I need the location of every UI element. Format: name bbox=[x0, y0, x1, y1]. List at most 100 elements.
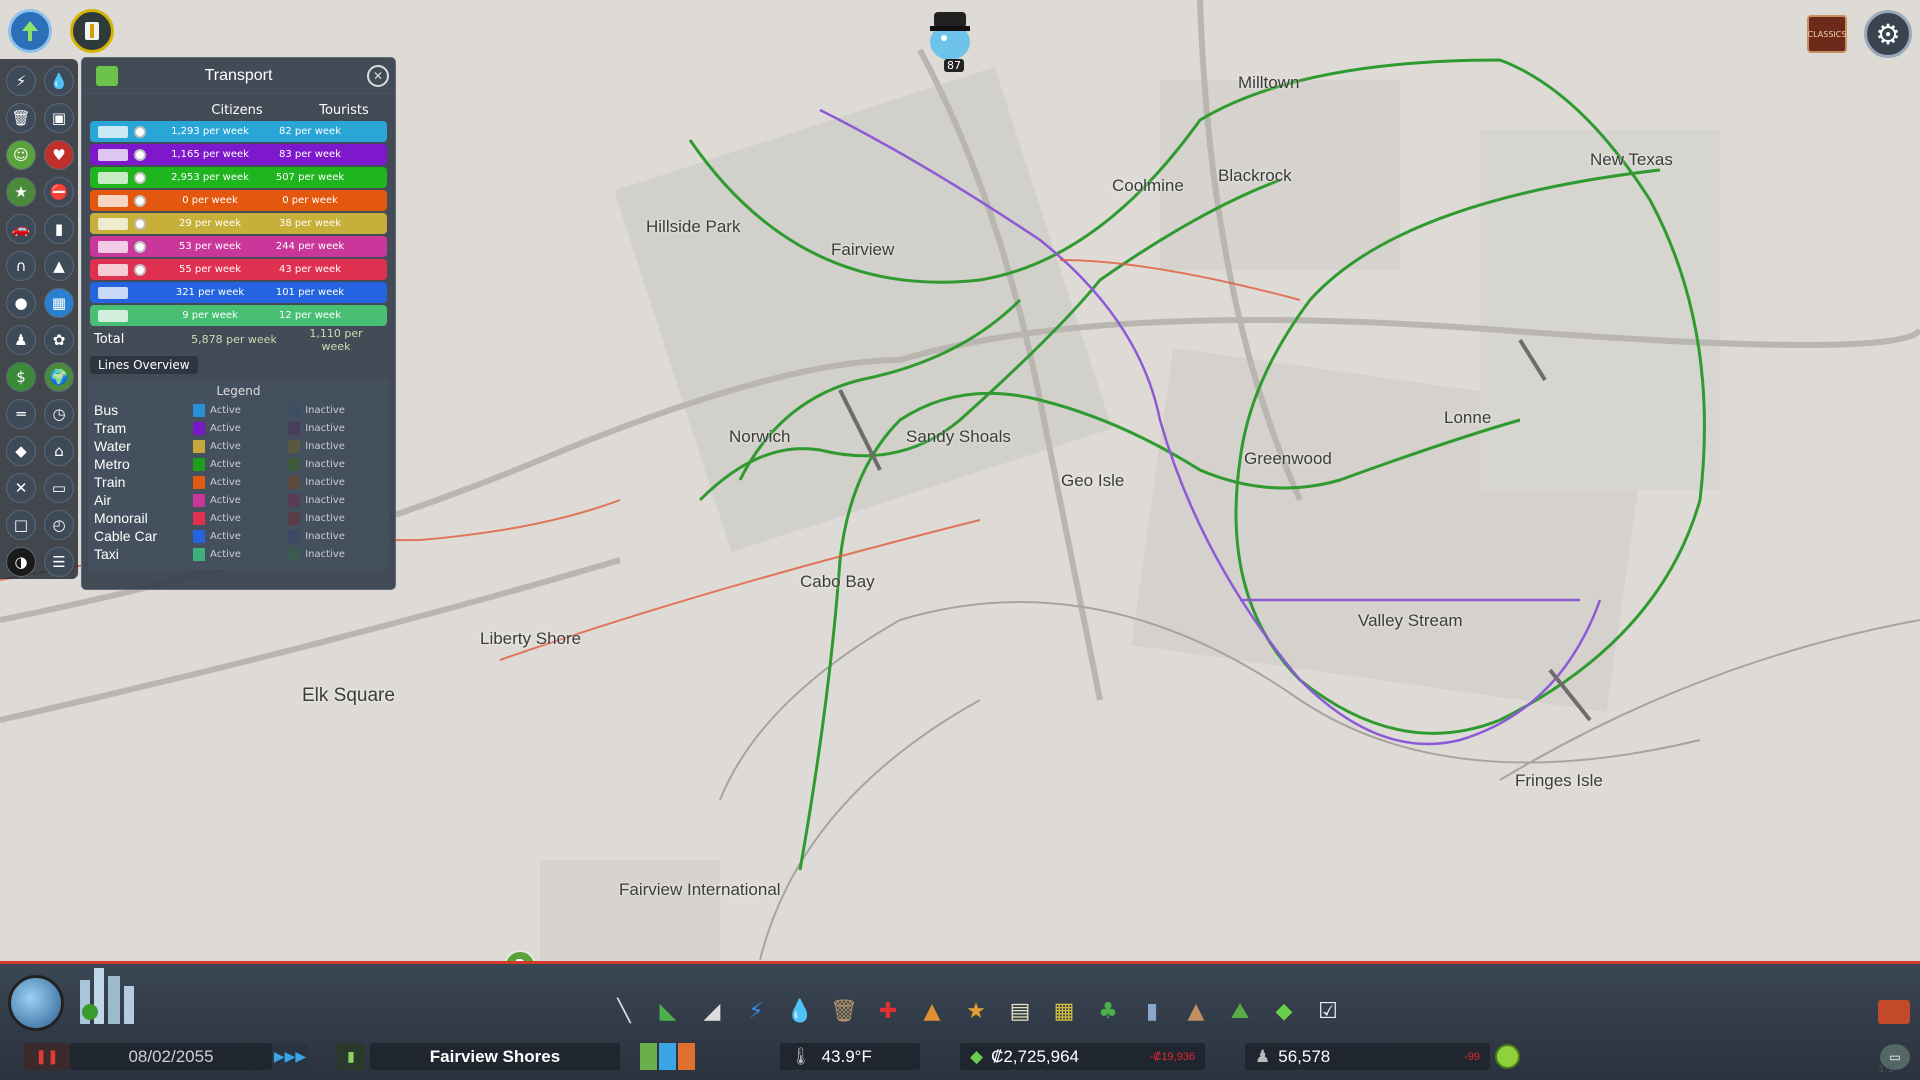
legend-inactive-swatch bbox=[287, 421, 301, 435]
tourists-value: 101 per week bbox=[275, 287, 345, 298]
road-icon[interactable]: ═ bbox=[6, 399, 36, 429]
landscaping-icon[interactable]: ⛰ bbox=[1222, 993, 1258, 1029]
globe-icon[interactable] bbox=[8, 975, 64, 1031]
time-icon[interactable]: ◷ bbox=[44, 399, 74, 429]
gear-icon: ⚙ bbox=[1875, 17, 1901, 51]
economy-icon[interactable]: ◆ bbox=[1266, 993, 1302, 1029]
info-book-icon[interactable]: ▣ bbox=[44, 103, 74, 133]
water-icon[interactable]: 💧 bbox=[782, 993, 818, 1029]
transport-icon[interactable]: ▦ bbox=[44, 288, 74, 318]
health-icon[interactable]: ♥ bbox=[44, 140, 74, 170]
terrain-icon[interactable]: ◆ bbox=[6, 436, 36, 466]
stat-row-train: 0 per week 0 per week bbox=[90, 190, 387, 211]
date-display: 08/02/2055 bbox=[70, 1043, 272, 1070]
upgrade-icon[interactable] bbox=[1878, 1000, 1910, 1024]
natural-resources-icon[interactable]: ✿ bbox=[44, 325, 74, 355]
landvalue-icon[interactable]: ★ bbox=[6, 177, 36, 207]
city-name[interactable]: Fairview Shores bbox=[370, 1043, 620, 1070]
milestones-button[interactable] bbox=[70, 9, 114, 53]
chirper-icon[interactable] bbox=[920, 6, 978, 66]
speed-button[interactable]: ▶▶▶ bbox=[272, 1043, 308, 1070]
tools-icon[interactable]: ✕ bbox=[6, 473, 36, 503]
citizens-value: 1,293 per week bbox=[171, 126, 249, 137]
crime-icon[interactable]: ⛔ bbox=[44, 177, 74, 207]
stats-icon[interactable]: ◑ bbox=[6, 547, 36, 577]
search-icon[interactable] bbox=[134, 148, 146, 161]
view-orange-icon[interactable] bbox=[678, 1043, 695, 1070]
legend-active-swatch bbox=[192, 529, 206, 543]
wind-icon[interactable]: 🌍 bbox=[44, 362, 74, 392]
water-icon[interactable]: 💧 bbox=[44, 66, 74, 96]
legend-inactive-label: Inactive bbox=[305, 404, 345, 416]
total-tourists: 1,110 per week bbox=[309, 326, 363, 353]
info-views-toolbar: ⚡ 💧 🗑 ▣ ☺ ♥ ★ ⛔ 🚗 ▮ ∩ ▲ ● ▦ ♟ ✿ $ 🌍 ═ ◷ … bbox=[0, 59, 78, 579]
zoning-icon[interactable]: ◣ bbox=[650, 993, 686, 1029]
search-icon[interactable] bbox=[134, 240, 146, 253]
stat-row-taxi: 9 per week 12 per week bbox=[90, 305, 387, 326]
roads-icon[interactable]: ╲ bbox=[606, 993, 642, 1029]
money-display[interactable]: ◆ ₡2,725,964 -₡19,936 bbox=[960, 1043, 1205, 1070]
electricity-icon[interactable]: ⚡ bbox=[738, 993, 774, 1029]
policies-icon[interactable]: ☑ bbox=[1310, 993, 1346, 1029]
city-info-button[interactable]: ▮ bbox=[337, 1043, 365, 1070]
healthcare-icon[interactable]: ✚ bbox=[870, 993, 906, 1029]
traffic-icon[interactable]: 🚗 bbox=[6, 214, 36, 244]
tourists-value: 38 per week bbox=[279, 218, 341, 229]
education-icon[interactable]: ● bbox=[6, 288, 36, 318]
cablecar-icon bbox=[98, 286, 128, 299]
radio-station-icon[interactable]: CLASSICS bbox=[1807, 15, 1847, 53]
legend-active-label: Active bbox=[210, 458, 241, 470]
view-blue-icon[interactable] bbox=[659, 1043, 676, 1070]
public-transport-icon[interactable]: ▦ bbox=[1046, 993, 1082, 1029]
stat-row-monorail: 55 per week 43 per week bbox=[90, 259, 387, 280]
fire-icon[interactable]: ▲ bbox=[44, 251, 74, 281]
pause-button[interactable]: ❚❚ bbox=[24, 1043, 70, 1070]
search-icon[interactable] bbox=[134, 125, 146, 138]
settings-button[interactable]: ⚙ bbox=[1864, 10, 1912, 58]
population-icon[interactable]: ♟ bbox=[6, 325, 36, 355]
fire-department-icon[interactable]: ▲ bbox=[914, 993, 950, 1029]
search-icon[interactable] bbox=[134, 171, 146, 184]
metro-icon bbox=[98, 171, 128, 184]
view-modes[interactable] bbox=[640, 1043, 700, 1070]
search-icon[interactable] bbox=[134, 263, 146, 276]
heat-icon[interactable]: ◴ bbox=[44, 510, 74, 540]
lines-overview-button[interactable]: Lines Overview bbox=[90, 356, 198, 374]
radio-icon[interactable]: ⌂ bbox=[44, 436, 74, 466]
money-icon[interactable]: $ bbox=[6, 362, 36, 392]
garbage-icon[interactable]: 🗑 bbox=[826, 993, 862, 1029]
search-icon[interactable] bbox=[134, 217, 146, 230]
power-icon[interactable]: ⚡ bbox=[6, 66, 36, 96]
search-icon[interactable] bbox=[134, 194, 146, 207]
tourists-value: 12 per week bbox=[279, 310, 341, 321]
legend-inactive-label: Inactive bbox=[305, 494, 345, 506]
legend-inactive-swatch bbox=[287, 547, 301, 561]
camera-icon[interactable]: □ bbox=[6, 510, 36, 540]
noise-icon[interactable]: ∩ bbox=[6, 251, 36, 281]
list-icon[interactable]: ☰ bbox=[44, 547, 74, 577]
pollution-icon[interactable]: ▮ bbox=[44, 214, 74, 244]
population-delta: -99 bbox=[1464, 1050, 1480, 1063]
stat-row-cablecar: 321 per week 101 per week bbox=[90, 282, 387, 303]
legend-inactive-label: Inactive bbox=[305, 548, 345, 560]
legend-rows: Bus Active Inactive Tram Active Inactive Water… bbox=[94, 401, 383, 563]
legend-inactive-swatch bbox=[287, 457, 301, 471]
happiness-icon[interactable]: ☺ bbox=[6, 140, 36, 170]
happiness-icon[interactable] bbox=[1495, 1044, 1520, 1069]
garbage-icon[interactable]: 🗑 bbox=[6, 103, 36, 133]
parks-icon[interactable]: ♣ bbox=[1090, 993, 1126, 1029]
population-display[interactable]: ♟ 56,578 -99 bbox=[1245, 1043, 1490, 1070]
education-icon[interactable]: ▤ bbox=[1002, 993, 1038, 1029]
close-button[interactable]: ✕ bbox=[367, 65, 389, 87]
col-tourists: Tourists bbox=[319, 103, 369, 118]
population-value: 56,578 bbox=[1278, 1046, 1331, 1066]
stat-row-ship: 29 per week 38 per week bbox=[90, 213, 387, 234]
monuments-icon[interactable]: ▲ bbox=[1178, 993, 1214, 1029]
view-green-icon[interactable] bbox=[640, 1043, 657, 1070]
zoning-button[interactable] bbox=[8, 9, 52, 53]
districts-icon[interactable]: ◢ bbox=[694, 993, 730, 1029]
police-icon[interactable]: ★ bbox=[958, 993, 994, 1029]
routes-icon[interactable]: ▭ bbox=[44, 473, 74, 503]
panel-header[interactable]: Transport ✕ bbox=[82, 58, 395, 94]
unique-buildings-icon[interactable]: ▮ bbox=[1134, 993, 1170, 1029]
